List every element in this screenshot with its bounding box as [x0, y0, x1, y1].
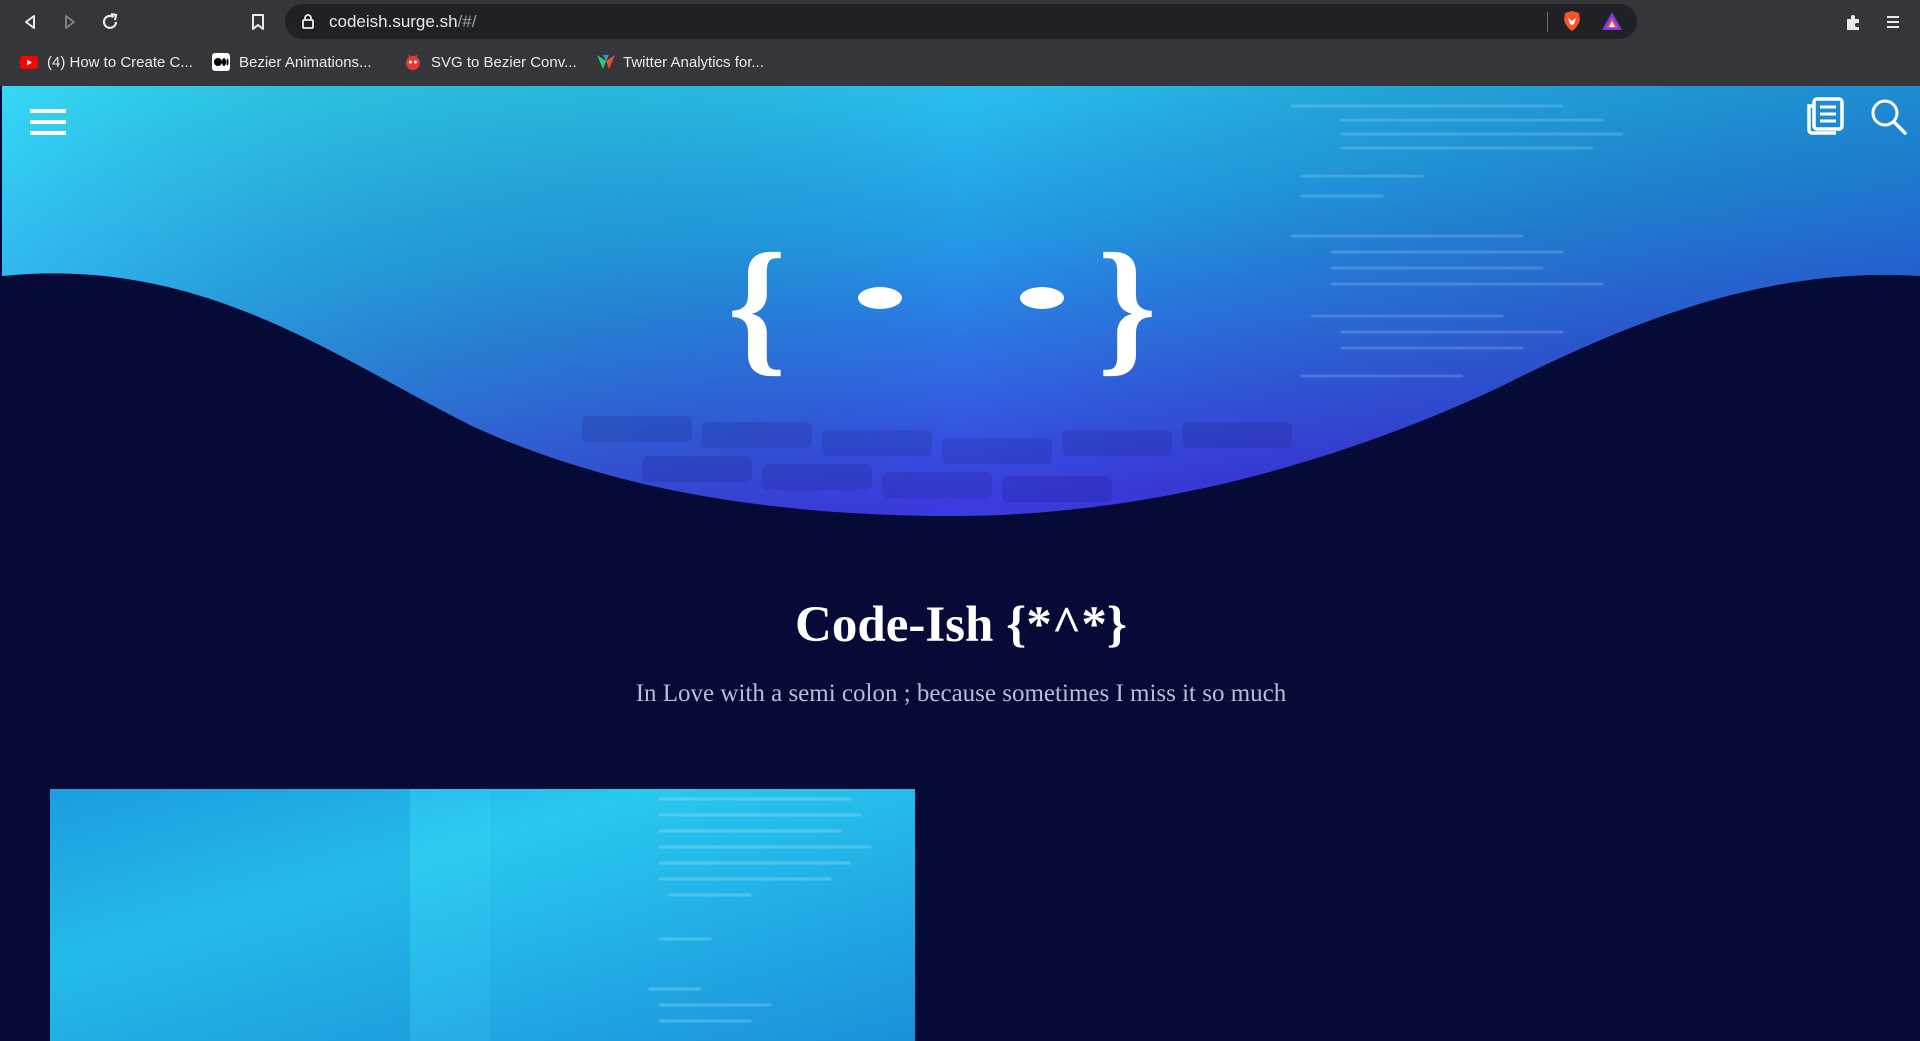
- site-tagline: In Love with a semi colon ; because some…: [635, 680, 1287, 707]
- twitter-analytics-icon: [596, 53, 615, 71]
- site-title: Code-Ish {*^*}: [795, 597, 1127, 653]
- bookmark-item-svg-to-bezier[interactable]: SVG to Bezier Conv...: [404, 50, 577, 74]
- bookmark-item-twitter-analytics[interactable]: Twitter Analytics for...: [596, 50, 764, 74]
- article-card-image[interactable]: [50, 789, 915, 1041]
- bookmark-item-bezier-animations[interactable]: Bezier Animations...: [212, 50, 372, 74]
- web-page: { } Code-Ish {*^*} In Love with a semi c…: [2, 86, 1920, 1041]
- browser-chrome: codeish.surge.sh/#/ (4) How to Create C.…: [0, 0, 1920, 86]
- bookmark-icon[interactable]: [244, 8, 272, 36]
- forward-icon[interactable]: [56, 8, 84, 36]
- browser-menu-icon[interactable]: [1879, 8, 1907, 36]
- search-icon[interactable]: [1868, 96, 1908, 136]
- hero-banner: { }: [2, 86, 1920, 516]
- articles-icon[interactable]: [1806, 96, 1846, 136]
- svg-text:{: {: [727, 223, 786, 389]
- browser-toolbar: codeish.surge.sh/#/: [0, 0, 1920, 43]
- address-bar[interactable]: codeish.surge.sh/#/: [285, 4, 1637, 39]
- bookmark-label: SVG to Bezier Conv...: [431, 53, 577, 71]
- svg-text:}: }: [1097, 223, 1156, 389]
- lock-icon: [301, 13, 315, 34]
- medium-icon: [212, 53, 230, 71]
- extensions-icon[interactable]: [1839, 8, 1867, 36]
- url-text: codeish.surge.sh/#/: [329, 12, 476, 32]
- bookmark-item-youtube[interactable]: (4) How to Create C...: [20, 50, 193, 74]
- url-host: codeish.surge.sh: [329, 12, 458, 31]
- hamburger-menu-icon[interactable]: [30, 106, 66, 138]
- bookmark-label: Bezier Animations...: [239, 53, 372, 71]
- bookmark-label: Twitter Analytics for...: [623, 53, 764, 71]
- brave-shields-icon[interactable]: [1562, 10, 1582, 37]
- bookmark-label: (4) How to Create C...: [47, 53, 193, 71]
- bookmarks-bar: (4) How to Create C... Bezier Animations…: [0, 46, 1920, 78]
- youtube-icon: [20, 55, 38, 69]
- svg-converter-icon: [404, 53, 422, 71]
- brave-rewards-icon[interactable]: [1601, 11, 1623, 36]
- url-path: /#/: [457, 12, 477, 31]
- reload-icon[interactable]: [96, 8, 124, 36]
- address-divider: [1547, 12, 1548, 32]
- back-icon[interactable]: [16, 8, 44, 36]
